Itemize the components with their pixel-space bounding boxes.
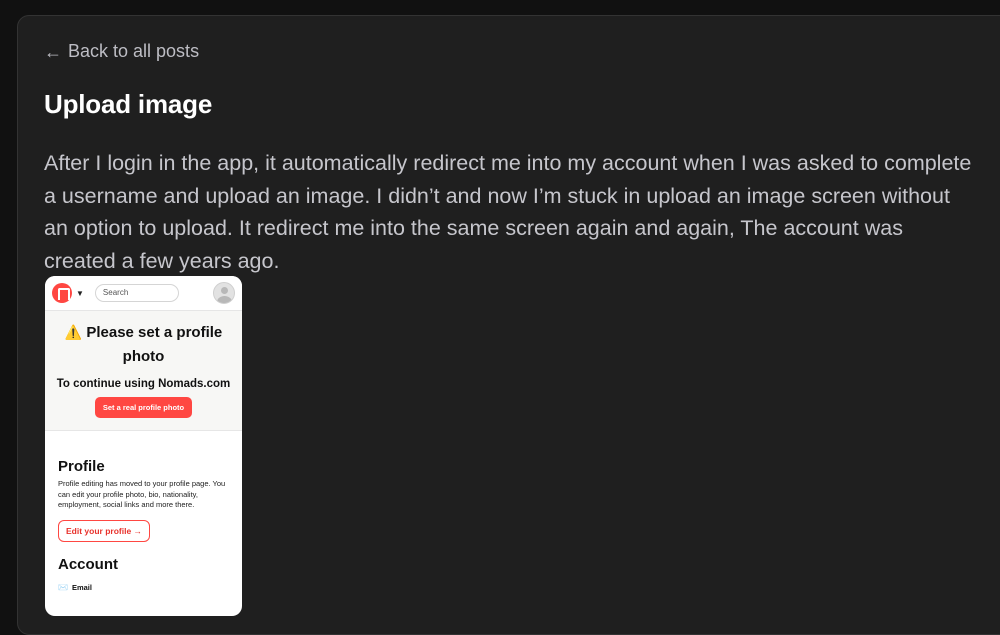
account-heading: Account xyxy=(58,555,118,573)
back-to-posts-link[interactable]: ← Back to all posts xyxy=(44,41,199,62)
chevron-down-icon: ▼ xyxy=(76,288,84,298)
set-profile-photo-button: Set a real profile photo xyxy=(94,397,193,418)
envelope-icon: ✉️ xyxy=(58,582,68,592)
notice-title-line: ⚠️ Please set a profile photo xyxy=(45,320,242,369)
screenshot-header: ▼ Search xyxy=(45,276,242,310)
back-link-label: Back to all posts xyxy=(68,41,200,61)
screenshot-search-field: Search xyxy=(94,284,179,302)
edit-profile-button: Edit your profile → xyxy=(58,519,151,542)
email-label: Email xyxy=(71,582,92,592)
attached-screenshot-image[interactable]: ▼ Search ⚠️ Please set a profile photo T… xyxy=(45,276,242,616)
profile-heading: Profile xyxy=(58,458,105,475)
post-title: Upload image xyxy=(44,89,213,119)
profile-section: Profile Profile editing has moved to you… xyxy=(45,431,242,542)
email-row: ✉️ Email xyxy=(45,583,242,592)
profile-photo-notice: ⚠️ Please set a profile photo To continu… xyxy=(45,310,242,431)
avatar-placeholder-icon xyxy=(213,282,235,304)
arrow-left-icon: ← xyxy=(44,41,62,62)
nomads-logo-icon xyxy=(52,283,72,303)
notice-subtitle: To continue using Nomads.com xyxy=(56,378,231,390)
profile-description: Profile editing has moved to your profil… xyxy=(58,479,226,509)
post-body: After I login in the app, it automatical… xyxy=(44,151,972,273)
notice-title: Please set a profile photo xyxy=(86,324,223,365)
warning-icon: ⚠️ xyxy=(64,324,83,340)
